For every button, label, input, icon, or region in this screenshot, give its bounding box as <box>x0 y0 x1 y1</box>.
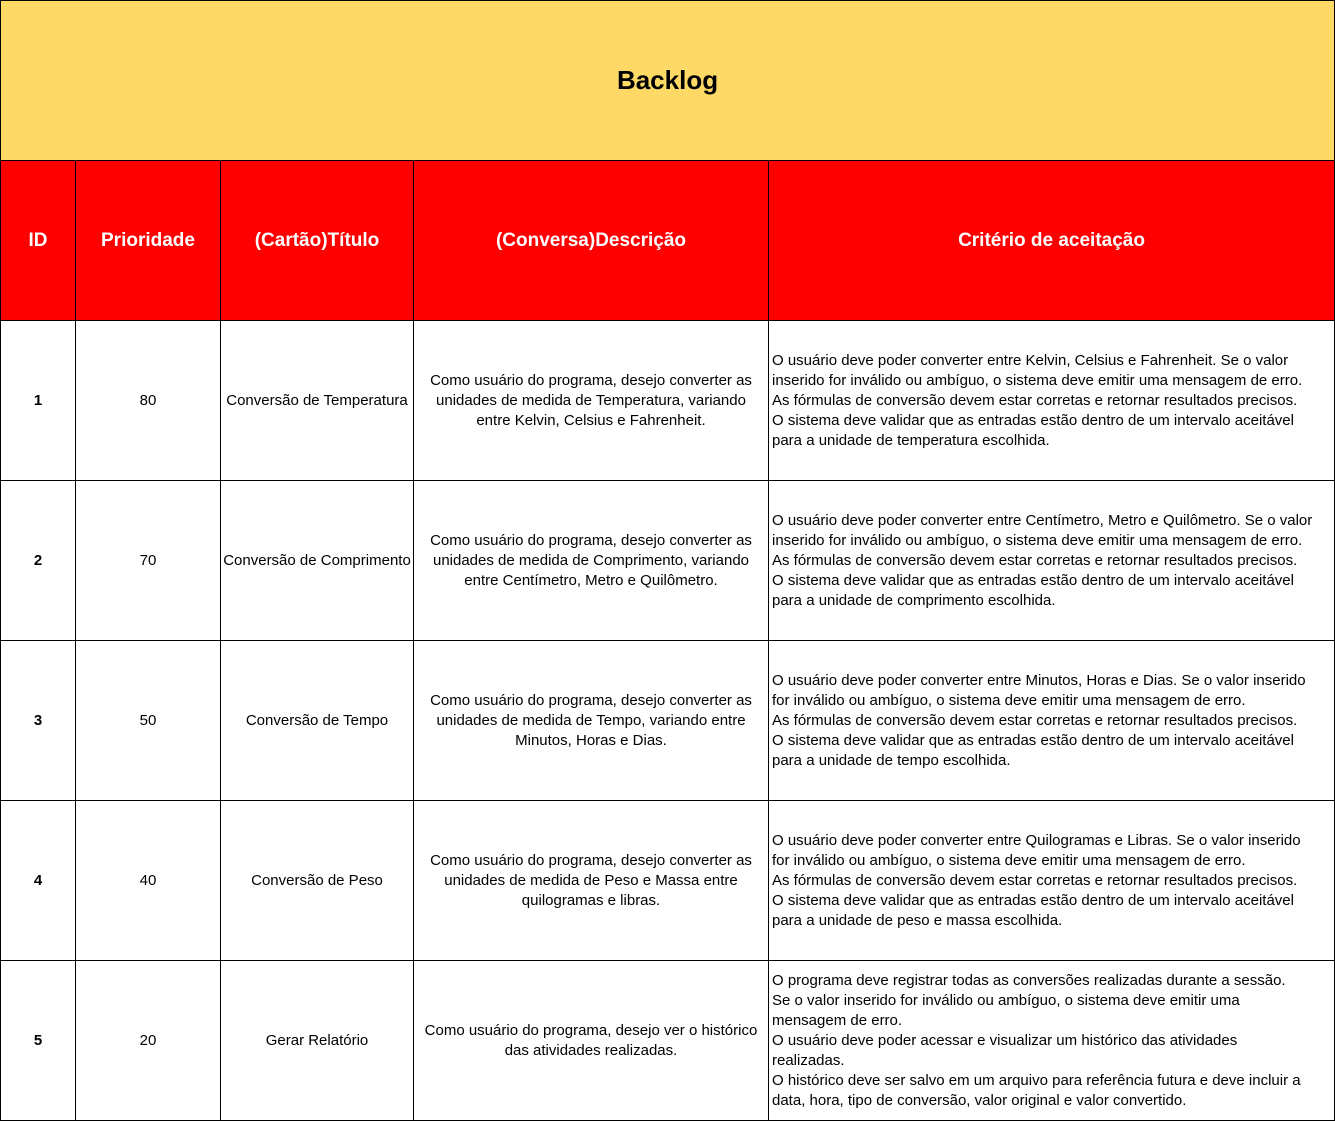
table-row: 4 40 Conversão de Peso Como usuário do prog… <box>0 800 1335 961</box>
criteria-line: O sistema deve validar que as entradas e… <box>772 891 1294 909</box>
cell-description[interactable]: Como usuário do programa, desejo convert… <box>413 320 769 481</box>
criteria-line: O sistema deve validar que as entradas e… <box>772 571 1294 589</box>
cell-description[interactable]: Como usuário do programa, desejo convert… <box>413 800 769 961</box>
backlog-table: Backlog ID Prioridade (Cartão)Título (Co… <box>0 0 1335 1121</box>
cell-title[interactable]: Conversão de Tempo <box>220 640 414 801</box>
cell-acceptance-criteria[interactable]: O usuário deve poder converter entre Cen… <box>767 480 1335 641</box>
criteria-line: O usuário deve poder acessar e visualiza… <box>772 1031 1238 1049</box>
header-id[interactable]: ID <box>0 160 76 321</box>
table-row: 5 20 Gerar Relatório Como usuário do progra… <box>0 960 1335 1121</box>
header-description[interactable]: (Conversa)Descrição <box>413 160 769 321</box>
criteria-line: As fórmulas de conversão devem estar cor… <box>772 391 1298 409</box>
criteria-line: for inválido ou ambíguo, o sistema deve … <box>772 851 1246 869</box>
cell-id[interactable]: 2 <box>0 480 76 641</box>
criteria-line: para a unidade de comprimento escolhida. <box>772 591 1056 609</box>
criteria-line: data, hora, tipo de conversão, valor ori… <box>772 1091 1187 1109</box>
criteria-line: O sistema deve validar que as entradas e… <box>772 411 1294 429</box>
criteria-line: O usuário deve poder converter entre Cen… <box>772 511 1313 529</box>
cell-id[interactable]: 3 <box>0 640 76 801</box>
criteria-line: O usuário deve poder converter entre Min… <box>772 671 1306 689</box>
cell-priority[interactable]: 50 <box>75 640 221 801</box>
cell-priority[interactable]: 80 <box>75 320 221 481</box>
criteria-line: inserido for inválido ou ambíguo, o sist… <box>772 371 1303 389</box>
header-title[interactable]: (Cartão)Título <box>220 160 414 321</box>
criteria-line: for inválido ou ambíguo, o sistema deve … <box>772 691 1246 709</box>
criteria-line: As fórmulas de conversão devem estar cor… <box>772 871 1298 889</box>
header-priority[interactable]: Prioridade <box>75 160 221 321</box>
criteria-line: As fórmulas de conversão devem estar cor… <box>772 551 1298 569</box>
cell-acceptance-criteria[interactable]: O programa deve registrar todas as conve… <box>767 960 1335 1121</box>
criteria-line: O usuário deve poder converter entre Qui… <box>772 831 1301 849</box>
title-row: Backlog <box>0 0 1335 161</box>
criteria-line: mensagem de erro. <box>772 1011 903 1029</box>
cell-id[interactable]: 5 <box>0 960 76 1121</box>
cell-acceptance-criteria[interactable]: O usuário deve poder converter entre Qui… <box>767 800 1335 961</box>
header-acceptance-criteria[interactable]: Critério de aceitação <box>767 160 1335 321</box>
criteria-line: realizadas. <box>772 1051 845 1069</box>
table-row: 1 80 Conversão de Temperatura Como usuário … <box>0 320 1335 481</box>
cell-title[interactable]: Conversão de Comprimento <box>220 480 414 641</box>
cell-title[interactable]: Conversão de Peso <box>220 800 414 961</box>
cell-title[interactable]: Conversão de Temperatura <box>220 320 414 481</box>
cell-priority[interactable]: 70 <box>75 480 221 641</box>
criteria-line: para a unidade de tempo escolhida. <box>772 751 1011 769</box>
criteria-line: As fórmulas de conversão devem estar cor… <box>772 711 1298 729</box>
page-title[interactable]: Backlog <box>0 0 1335 161</box>
cell-priority[interactable]: 20 <box>75 960 221 1121</box>
criteria-line: inserido for inválido ou ambíguo, o sist… <box>772 531 1303 549</box>
cell-acceptance-criteria[interactable]: O usuário deve poder converter entre Kel… <box>767 320 1335 481</box>
criteria-line: O programa deve registrar todas as conve… <box>772 971 1286 989</box>
table-row: 3 50 Conversão de Tempo Como usuário do pro… <box>0 640 1335 801</box>
criteria-line: O histórico deve ser salvo em um arquivo… <box>772 1071 1301 1089</box>
criteria-line: para a unidade de peso e massa escolhida… <box>772 911 1063 929</box>
criteria-line: Se o valor inserido for inválido ou ambí… <box>772 991 1240 1009</box>
criteria-line: O sistema deve validar que as entradas e… <box>772 731 1294 749</box>
cell-description[interactable]: Como usuário do programa, desejo ver o h… <box>413 960 769 1121</box>
cell-description[interactable]: Como usuário do programa, desejo convert… <box>413 480 769 641</box>
cell-priority[interactable]: 40 <box>75 800 221 961</box>
cell-acceptance-criteria[interactable]: O usuário deve poder converter entre Min… <box>767 640 1335 801</box>
cell-id[interactable]: 1 <box>0 320 76 481</box>
criteria-line: para a unidade de temperatura escolhida. <box>772 431 1050 449</box>
table-row: 2 70 Conversão de Comprimento Como usuário … <box>0 480 1335 641</box>
criteria-line: O usuário deve poder converter entre Kel… <box>772 351 1289 369</box>
header-row: ID Prioridade (Cartão)Título (Conversa)D… <box>0 160 1335 321</box>
cell-id[interactable]: 4 <box>0 800 76 961</box>
cell-description[interactable]: Como usuário do programa, desejo convert… <box>413 640 769 801</box>
cell-title[interactable]: Gerar Relatório <box>220 960 414 1121</box>
